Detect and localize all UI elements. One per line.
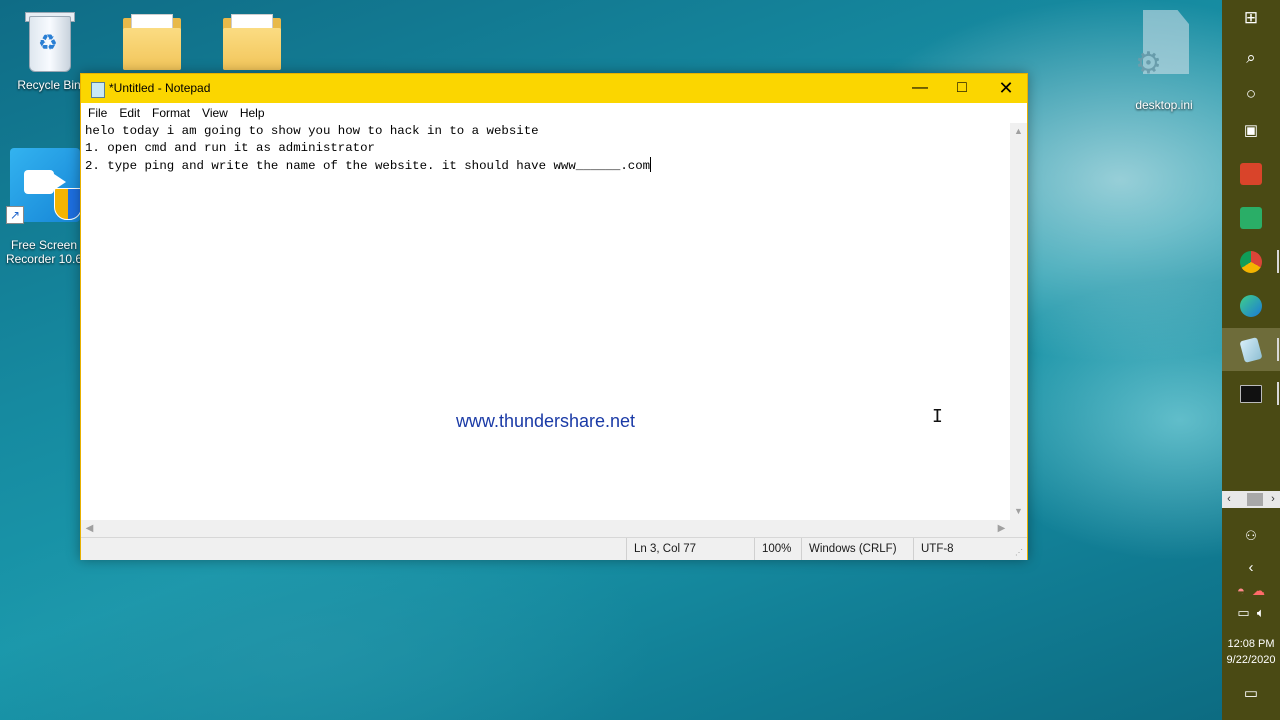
desktop-ini-file-icon[interactable]: ⚙ desktop.ini xyxy=(1124,10,1204,112)
notepad-app-icon[interactable] xyxy=(91,82,105,98)
shortcut-arrow-icon: ↗ xyxy=(6,206,24,224)
notepad-icon xyxy=(1239,336,1263,363)
text-line-3: 2. type ping and write the name of the w… xyxy=(85,159,651,173)
people-button[interactable]: ⚇ xyxy=(1222,528,1280,544)
tray-icons-row-2: ▭ 🔈︎ xyxy=(1222,605,1280,621)
chevron-right-icon[interactable]: › xyxy=(1266,491,1280,508)
scrollbar-corner xyxy=(1010,520,1027,537)
status-cursor-position: Ln 3, Col 77 xyxy=(626,538,749,560)
taskbar-overflow-scroller[interactable]: ‹ › xyxy=(1222,491,1280,508)
folder-icon xyxy=(123,14,181,70)
network-disconnected-icon[interactable]: ☁ xyxy=(1252,583,1265,598)
recycle-bin-icon: ♻ xyxy=(21,8,77,74)
notepad-window: *Untitled - Notepad — □ ✕ File Edit Format… xyxy=(80,73,1028,560)
vertical-scrollbar[interactable]: ▲ ▼ xyxy=(1010,123,1027,520)
settings-file-icon: ⚙ xyxy=(1135,10,1193,84)
menu-view[interactable]: View xyxy=(196,103,234,123)
desktop-ini-label: desktop.ini xyxy=(1135,98,1193,112)
chevron-left-icon[interactable]: ‹ xyxy=(1222,491,1236,508)
scroller-thumb[interactable] xyxy=(1247,493,1263,506)
wechat-icon xyxy=(1240,206,1262,229)
text-line-1: helo today i am going to show you how to… xyxy=(85,124,539,138)
show-hidden-icons-button[interactable]: ‹ xyxy=(1222,559,1280,576)
title-bar[interactable]: *Untitled - Notepad — □ ✕ xyxy=(81,74,1027,103)
menu-bar: File Edit Format View Help xyxy=(81,103,1027,123)
scroll-right-arrow-icon[interactable]: ▶ xyxy=(993,520,1010,537)
menu-help[interactable]: Help xyxy=(234,103,271,123)
edge-taskbar-button[interactable] xyxy=(1222,284,1280,327)
text-line-3-container: 2. type ping and write the name of the w… xyxy=(81,157,1010,175)
recycle-bin-label: Recycle Bin xyxy=(17,78,81,92)
taskbar: ⊞ ⌕ ○ ▣ ‹ › ⚇ ‹ ◓ ☁ ▭ 🔈︎ 12:08 PM 9/22/2… xyxy=(1222,0,1280,720)
clock-time: 12:08 PM xyxy=(1227,638,1275,650)
watermark-text: www.thundershare.net xyxy=(455,411,636,431)
taskbar-clock[interactable]: 12:08 PM 9/22/2020 xyxy=(1222,636,1280,668)
chrome-taskbar-button[interactable] xyxy=(1222,240,1280,283)
chrome-icon xyxy=(1240,250,1262,273)
search-icon: ⌕ xyxy=(1246,48,1256,67)
clock-date: 9/22/2020 xyxy=(1226,654,1276,666)
folder-icon xyxy=(223,14,281,70)
close-button[interactable]: ✕ xyxy=(983,74,1029,103)
recycle-bin-desktop-icon[interactable]: ♻ Recycle Bin xyxy=(9,8,89,92)
window-title: *Untitled - Notepad xyxy=(109,81,211,95)
status-zoom: 100% xyxy=(754,538,802,560)
chevron-left-icon: ‹ xyxy=(1248,559,1254,576)
text-line-2: 1. open cmd and run it as administrator xyxy=(85,141,375,155)
action-center-button[interactable]: ▭ xyxy=(1222,684,1280,702)
scroll-up-arrow-icon[interactable]: ▲ xyxy=(1010,123,1027,140)
free-screen-recorder-label: Free Screen Recorder 10.6 xyxy=(5,238,83,266)
wechat-taskbar-button[interactable] xyxy=(1222,196,1280,239)
folder-desktop-icon[interactable] xyxy=(112,14,192,70)
people-icon: ⚇ xyxy=(1245,528,1257,543)
powerpoint-taskbar-button[interactable] xyxy=(1222,152,1280,195)
notification-icon: ▭ xyxy=(1243,685,1259,702)
cortana-icon: ○ xyxy=(1245,84,1257,103)
windows-start-icon: ⊞ xyxy=(1243,8,1259,27)
status-line-ending: Windows (CRLF) xyxy=(801,538,909,560)
horizontal-scrollbar[interactable]: ◀ ▶ xyxy=(81,520,1010,537)
ibeam-cursor-icon: I xyxy=(932,406,943,427)
minimize-button[interactable]: — xyxy=(897,74,943,103)
tray-icons-row-1: ◓ ☁ xyxy=(1222,583,1280,599)
task-view-icon: ▣ xyxy=(1243,122,1259,139)
antivirus-tray-icon[interactable]: ◓ xyxy=(1237,583,1245,598)
notepad-taskbar-button[interactable] xyxy=(1222,328,1280,371)
powerpoint-icon xyxy=(1240,162,1262,185)
screen-recorder-icon: ↗ xyxy=(6,148,82,224)
status-bar: Ln 3, Col 77 100% Windows (CRLF) UTF-8 ⋰ xyxy=(81,537,1027,560)
menu-format[interactable]: Format xyxy=(146,103,196,123)
task-view-button[interactable]: ▣ xyxy=(1222,109,1280,152)
menu-file[interactable]: File xyxy=(82,103,113,123)
battery-icon[interactable]: ▭ xyxy=(1237,605,1249,620)
free-screen-recorder-shortcut[interactable]: ↗ Free Screen Recorder 10.6 xyxy=(5,148,85,266)
scroll-left-arrow-icon[interactable]: ◀ xyxy=(81,520,98,537)
edge-icon xyxy=(1240,294,1262,317)
menu-edit[interactable]: Edit xyxy=(113,103,146,123)
volume-icon[interactable]: 🔈︎ xyxy=(1257,605,1265,620)
text-caret xyxy=(650,157,652,172)
status-encoding: UTF-8 xyxy=(913,538,1001,560)
scroll-down-arrow-icon[interactable]: ▼ xyxy=(1010,503,1027,520)
cmd-taskbar-button[interactable] xyxy=(1222,372,1280,415)
cmd-icon xyxy=(1240,384,1262,403)
folder-desktop-icon-2[interactable] xyxy=(212,14,292,70)
text-editor-area[interactable]: helo today i am going to show you how to… xyxy=(81,123,1010,520)
maximize-button[interactable]: □ xyxy=(939,74,985,103)
resize-grip-icon[interactable]: ⋰ xyxy=(1015,548,1025,558)
start-button[interactable]: ⊞ xyxy=(1222,0,1280,39)
